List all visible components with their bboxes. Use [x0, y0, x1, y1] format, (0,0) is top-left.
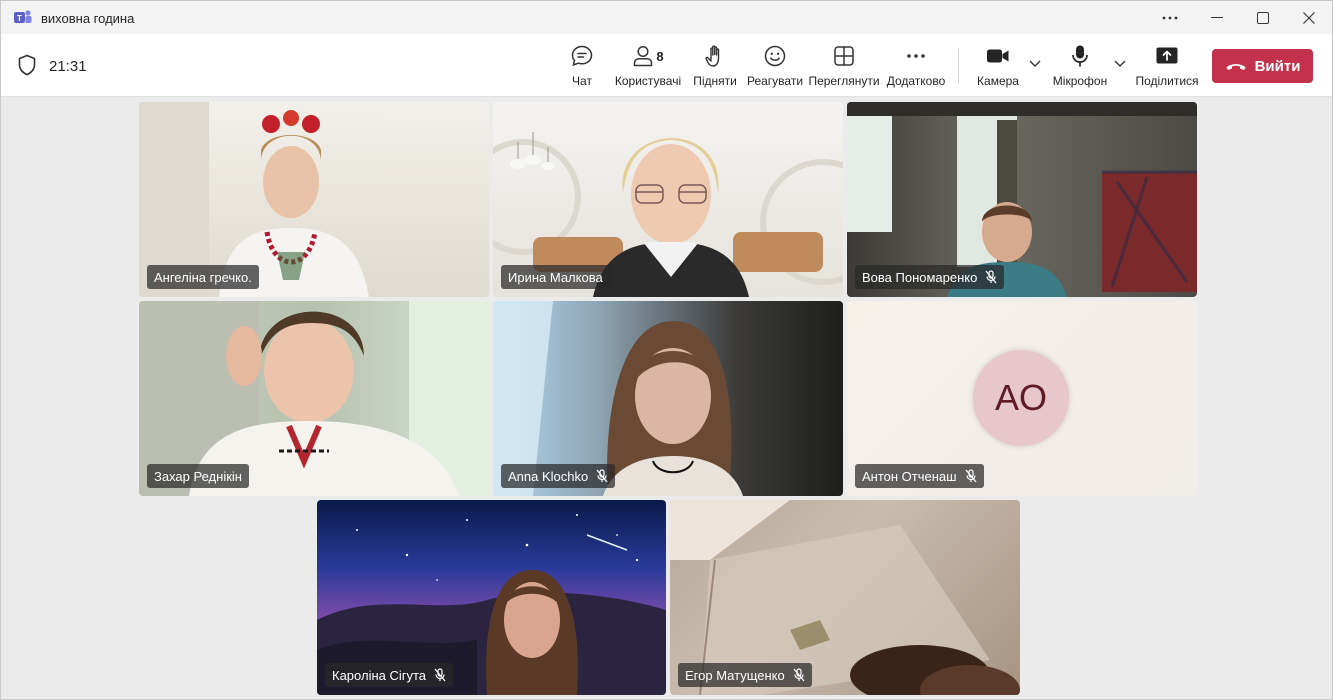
- participant-name-tag: Ангеліна гречко.: [147, 265, 259, 289]
- video-tile[interactable]: Anna Klochko: [493, 301, 843, 496]
- microphone-label: Мікрофон: [1052, 74, 1108, 88]
- mic-muted-icon: [434, 668, 446, 682]
- smiley-icon: [764, 45, 786, 67]
- participant-name: Егор Матущенко: [685, 667, 785, 683]
- view-button[interactable]: Переглянути: [808, 42, 880, 92]
- participant-name-tag: Ирина Малкова: [501, 265, 610, 289]
- participant-name-tag: Anna Klochko: [501, 464, 616, 488]
- people-icon: [634, 45, 653, 67]
- mic-muted-icon: [985, 270, 997, 284]
- camera-icon: [987, 49, 1009, 63]
- chat-label: Чат: [572, 74, 592, 88]
- more-options-button[interactable]: [1147, 1, 1193, 34]
- meeting-toolbar: 21:31 Чат 8 Користувачі Підняти Реагуват…: [1, 34, 1332, 97]
- maximize-icon: [1257, 11, 1269, 24]
- share-button[interactable]: Поділитися: [1135, 42, 1199, 92]
- participant-name: Кароліна Сігута: [332, 667, 427, 683]
- participant-name-tag: Антон Отченаш: [855, 464, 984, 488]
- participant-name-tag: Егор Матущенко: [678, 663, 812, 687]
- hand-icon: [705, 45, 720, 67]
- maximize-button[interactable]: [1240, 1, 1286, 34]
- participant-name: Антон Отченаш: [862, 468, 957, 484]
- avatar-initials: AO: [994, 377, 1047, 418]
- participant-name: Ангеліна гречко.: [154, 269, 252, 285]
- participants-count: 8: [656, 48, 664, 64]
- window-title: виховна година: [41, 11, 135, 26]
- mic-muted-icon: [793, 668, 805, 682]
- minimize-button[interactable]: [1194, 1, 1240, 34]
- participant-name: Anna Klochko: [508, 468, 589, 484]
- chat-icon: [571, 45, 593, 67]
- raise-hand-button[interactable]: Підняти: [693, 42, 737, 92]
- more-actions-button[interactable]: Додатково: [887, 42, 945, 92]
- participants-button[interactable]: 8 Користувачі: [614, 42, 682, 92]
- video-tile[interactable]: AO Антон Отченаш: [847, 301, 1197, 496]
- more-icon: [1162, 16, 1178, 19]
- leave-label: Вийти: [1254, 57, 1301, 75]
- video-tile[interactable]: Захар Реднікін: [139, 301, 489, 496]
- participant-name: Захар Реднікін: [154, 468, 242, 484]
- hang-up-icon: [1226, 64, 1246, 70]
- title-bar: T виховна година: [1, 1, 1332, 34]
- participant-name: Вова Пономаренко: [862, 269, 978, 285]
- raise-hand-label: Підняти: [693, 74, 737, 88]
- mic-muted-icon: [965, 469, 977, 483]
- video-tile[interactable]: Вова Пономаренко: [847, 102, 1197, 297]
- video-tile[interactable]: Ангеліна гречко.: [139, 102, 489, 297]
- view-label: Переглянути: [808, 74, 880, 88]
- microphone-icon: [1072, 45, 1088, 67]
- minimize-icon: [1211, 16, 1223, 18]
- video-tile[interactable]: Ирина Малкова: [493, 102, 843, 297]
- camera-button[interactable]: Камера: [976, 42, 1020, 92]
- chat-button[interactable]: Чат: [567, 42, 597, 92]
- more-actions-label: Додатково: [886, 74, 946, 88]
- microphone-button[interactable]: Мікрофон: [1051, 42, 1109, 92]
- close-button[interactable]: [1286, 1, 1332, 34]
- camera-label: Камера: [977, 74, 1019, 88]
- mic-muted-icon: [596, 469, 608, 483]
- meeting-timer: 21:31: [49, 58, 87, 75]
- close-icon: [1303, 11, 1315, 24]
- share-screen-icon: [1156, 47, 1178, 64]
- react-button[interactable]: Реагувати: [746, 42, 804, 92]
- share-label: Поділитися: [1135, 74, 1199, 88]
- grid-view-icon: [834, 46, 854, 66]
- teams-logo-icon: T: [14, 10, 32, 23]
- participant-name-tag: Кароліна Сігута: [325, 663, 454, 687]
- participant-name-tag: Захар Реднікін: [147, 464, 249, 488]
- svg-text:T: T: [17, 14, 22, 23]
- participants-label: Користувачі: [614, 74, 682, 88]
- microphone-options-chevron-icon[interactable]: [1113, 56, 1127, 70]
- ellipsis-icon: [907, 54, 925, 58]
- avatar: AO: [973, 350, 1069, 446]
- teams-meeting-window: T виховна година 21:31 Чат 8 Користувачі…: [0, 0, 1333, 700]
- leave-button[interactable]: Вийти: [1212, 49, 1313, 83]
- toolbar-divider: [958, 48, 959, 84]
- shield-icon[interactable]: [17, 54, 37, 76]
- video-tile[interactable]: Егор Матущенко: [670, 500, 1020, 695]
- react-label: Реагувати: [746, 74, 804, 88]
- participant-name: Ирина Малкова: [508, 269, 603, 285]
- participant-name-tag: Вова Пономаренко: [855, 265, 1005, 289]
- camera-options-chevron-icon[interactable]: [1028, 56, 1042, 70]
- video-tile[interactable]: Кароліна Сігута: [317, 500, 666, 695]
